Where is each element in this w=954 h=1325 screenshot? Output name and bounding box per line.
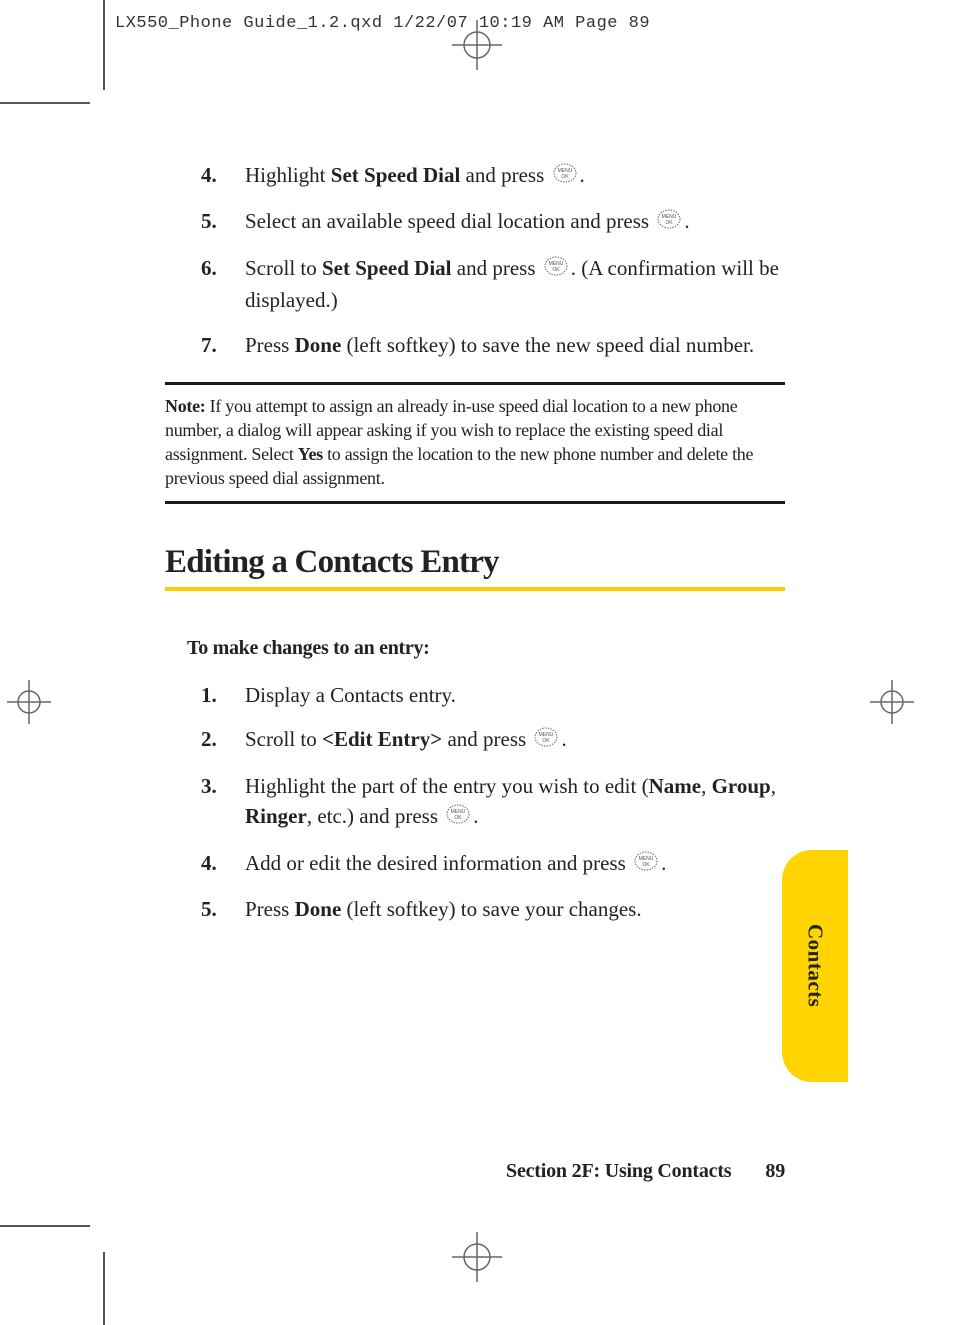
step-body: Highlight the part of the entry you wish… bbox=[245, 771, 785, 834]
slug-line: LX550_Phone Guide_1.2.qxd 1/22/07 10:19 … bbox=[115, 14, 650, 33]
list-item: 1. Display a Contacts entry. bbox=[201, 680, 785, 710]
menu-ok-icon: MENUOK bbox=[633, 850, 659, 880]
svg-text:OK: OK bbox=[543, 738, 551, 744]
page-footer: Section 2F: Using Contacts 89 bbox=[165, 1160, 785, 1183]
step-body: Highlight Set Speed Dial and press MENUO… bbox=[245, 160, 785, 192]
steps-list-b: 1. Display a Contacts entry. 2. Scroll t… bbox=[201, 680, 785, 925]
step-number: 5. bbox=[201, 894, 245, 924]
section-heading: Editing a Contacts Entry bbox=[165, 544, 785, 591]
crop-mark bbox=[0, 1225, 90, 1227]
sub-intro: To make changes to an entry: bbox=[187, 637, 785, 660]
side-tab-contacts: Contacts bbox=[782, 850, 848, 1082]
menu-ok-icon: MENUOK bbox=[533, 726, 559, 756]
list-item: 5. Press Done (left softkey) to save you… bbox=[201, 894, 785, 924]
step-body: Scroll to Set Speed Dial and press MENUO… bbox=[245, 253, 785, 316]
step-number: 1. bbox=[201, 680, 245, 710]
svg-text:OK: OK bbox=[666, 220, 674, 226]
step-body: Press Done (left softkey) to save your c… bbox=[245, 894, 785, 924]
menu-ok-icon: MENUOK bbox=[656, 208, 682, 238]
step-number: 4. bbox=[201, 848, 245, 880]
list-item: 7. Press Done (left softkey) to save the… bbox=[201, 330, 785, 360]
crop-mark bbox=[0, 102, 90, 104]
step-body: Select an available speed dial location … bbox=[245, 206, 785, 238]
page-content: 4. Highlight Set Speed Dial and press ME… bbox=[165, 160, 785, 938]
side-tab-label: Contacts bbox=[803, 924, 828, 1007]
note-box: Note: If you attempt to assign an alread… bbox=[165, 382, 785, 504]
step-body: Press Done (left softkey) to save the ne… bbox=[245, 330, 785, 360]
step-body: Add or edit the desired information and … bbox=[245, 848, 785, 880]
svg-text:OK: OK bbox=[552, 267, 560, 273]
list-item: 4. Add or edit the desired information a… bbox=[201, 848, 785, 880]
step-number: 3. bbox=[201, 771, 245, 834]
svg-text:OK: OK bbox=[642, 862, 650, 868]
step-body: Display a Contacts entry. bbox=[245, 680, 785, 710]
menu-ok-icon: MENUOK bbox=[543, 255, 569, 285]
registration-mark-icon bbox=[7, 680, 51, 729]
svg-text:OK: OK bbox=[455, 815, 463, 821]
registration-mark-icon bbox=[452, 1232, 502, 1287]
step-number: 5. bbox=[201, 206, 245, 238]
crop-mark bbox=[103, 0, 105, 90]
menu-ok-icon: MENUOK bbox=[445, 803, 471, 833]
registration-mark-icon bbox=[870, 680, 914, 729]
note-label: Note: bbox=[165, 396, 205, 416]
svg-text:OK: OK bbox=[561, 174, 569, 180]
step-number: 4. bbox=[201, 160, 245, 192]
step-number: 2. bbox=[201, 724, 245, 756]
menu-ok-icon: MENUOK bbox=[552, 162, 578, 192]
list-item: 3. Highlight the part of the entry you w… bbox=[201, 771, 785, 834]
step-number: 7. bbox=[201, 330, 245, 360]
footer-page-number: 89 bbox=[765, 1160, 785, 1183]
list-item: 4. Highlight Set Speed Dial and press ME… bbox=[201, 160, 785, 192]
step-number: 6. bbox=[201, 253, 245, 316]
step-body: Scroll to <Edit Entry> and press MENUOK. bbox=[245, 724, 785, 756]
list-item: 2. Scroll to <Edit Entry> and press MENU… bbox=[201, 724, 785, 756]
steps-list-a: 4. Highlight Set Speed Dial and press ME… bbox=[201, 160, 785, 360]
crop-mark bbox=[103, 1252, 105, 1325]
footer-section: Section 2F: Using Contacts bbox=[506, 1160, 731, 1183]
list-item: 6. Scroll to Set Speed Dial and press ME… bbox=[201, 253, 785, 316]
list-item: 5. Select an available speed dial locati… bbox=[201, 206, 785, 238]
